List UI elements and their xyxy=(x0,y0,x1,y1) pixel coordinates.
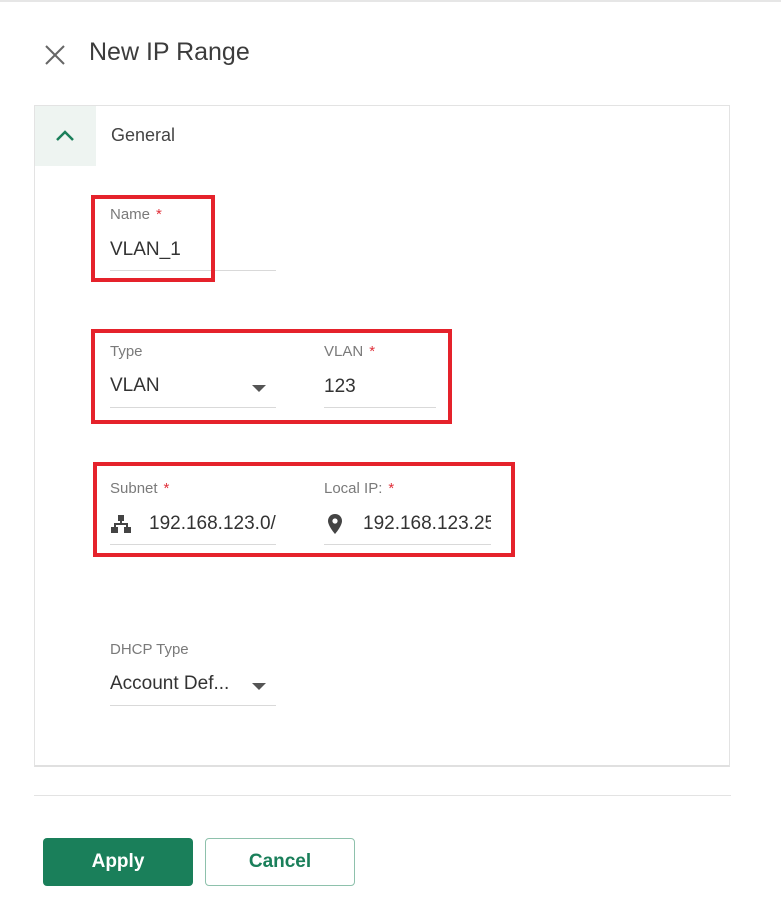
close-icon xyxy=(45,45,65,65)
footer-divider xyxy=(34,795,731,796)
top-border xyxy=(0,0,781,3)
section-collapse-button[interactable] xyxy=(35,106,96,166)
dhcp-type-value: Account Def... xyxy=(110,673,230,694)
cancel-button[interactable]: Cancel xyxy=(205,838,355,886)
highlight-box-subnet-localip xyxy=(93,462,515,557)
highlight-box-type-vlan xyxy=(91,329,452,424)
chevron-up-icon xyxy=(56,130,74,141)
dhcp-type-label: DHCP Type xyxy=(110,641,189,658)
dhcp-type-underline xyxy=(110,705,276,706)
highlight-box-name xyxy=(91,195,215,282)
dialog-header: New IP Range xyxy=(0,28,781,78)
section-title: General xyxy=(111,125,176,145)
dialog-title: New IP Range xyxy=(89,38,250,66)
apply-button[interactable]: Apply xyxy=(43,838,193,886)
close-button[interactable] xyxy=(40,40,70,70)
dhcp-type-select[interactable]: DHCP Type Account Def... xyxy=(110,641,276,707)
caret-down-icon[interactable] xyxy=(252,683,266,690)
